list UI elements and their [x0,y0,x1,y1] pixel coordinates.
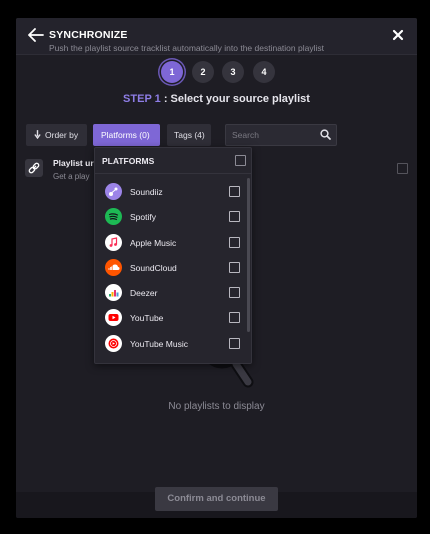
youtube-music-icon [105,334,122,352]
empty-state-text: No playlists to display [168,401,265,412]
playlist-url-subtitle: Get a play [53,172,90,181]
platforms-dropdown-title: PLATFORMS [102,156,155,166]
dialog-header: SYNCHRONIZE Push the playlist source tra… [16,18,417,55]
spotify-icon [105,208,122,226]
platform-checkbox[interactable] [229,211,240,223]
platform-list: Soundiiz Spotify Apple Music SoundCloud [95,180,251,357]
platform-item-youtube-music[interactable]: YouTube Music [95,332,251,357]
soundcloud-icon [105,258,122,276]
select-all-platforms-checkbox[interactable] [235,155,246,166]
platform-item-soundiiz[interactable]: Soundiiz [95,180,251,205]
step-indicator: 1 2 3 4 [159,61,277,83]
platform-item-soundcloud[interactable]: SoundCloud [95,256,251,281]
platform-name: YouTube [130,313,164,324]
step-2[interactable]: 2 [192,61,214,83]
platform-name: SoundCloud [130,262,177,273]
platforms-dropdown-header: PLATFORMS [95,148,251,174]
confirm-button[interactable]: Confirm and continue [155,487,278,511]
back-arrow-icon[interactable] [28,28,44,42]
apple-music-icon [105,233,122,251]
platform-name: Apple Music [130,237,177,248]
step-heading: STEP 1 : Select your source playlist [16,93,417,105]
search-icon[interactable] [320,129,331,140]
youtube-icon [105,309,122,327]
platforms-dropdown: PLATFORMS Soundiiz Spotify Apple Music S… [94,147,252,364]
platforms-filter-button[interactable]: Platforms (0) [93,124,160,146]
playlist-url-checkbox[interactable] [397,163,408,174]
platform-checkbox[interactable] [229,287,240,299]
close-icon[interactable] [392,29,404,41]
search-box [225,124,337,146]
step-description: : Select your source playlist [160,93,310,105]
order-by-label: Order by [45,130,79,140]
platform-checkbox[interactable] [229,186,240,197]
order-by-button[interactable]: Order by [26,124,87,146]
platform-item-spotify[interactable]: Spotify [95,205,251,230]
platform-name: Spotify [130,212,156,223]
search-input[interactable] [232,125,322,145]
platform-name: Soundiiz [130,187,163,197]
filter-toolbar: Order by Platforms (0) Tags (4) [26,124,407,146]
dialog-subtitle: Push the playlist source tracklist autom… [49,43,324,53]
tags-filter-button[interactable]: Tags (4) [167,124,211,146]
arrow-down-icon [34,130,41,140]
platform-checkbox[interactable] [229,337,240,349]
step-3[interactable]: 3 [222,61,244,83]
platform-name: YouTube Music [130,338,188,349]
deezer-icon [105,284,122,302]
step-1[interactable]: 1 [161,61,183,83]
platform-item-youtube[interactable]: YouTube [95,306,251,331]
platform-name: Deezer [130,288,158,299]
soundiiz-icon [105,183,122,200]
step-4[interactable]: 4 [253,61,275,83]
dialog-title: SYNCHRONIZE [49,29,128,41]
platform-item-deezer[interactable]: Deezer [95,281,251,306]
platform-checkbox[interactable] [229,261,240,273]
platform-checkbox[interactable] [229,236,240,248]
platform-item-apple-music[interactable]: Apple Music [95,231,251,256]
dropdown-scrollbar[interactable] [247,178,250,332]
platform-checkbox[interactable] [229,312,240,324]
link-icon [25,159,43,177]
step-number: STEP 1 [123,93,161,105]
playlist-url-title: Playlist ur [53,158,94,168]
